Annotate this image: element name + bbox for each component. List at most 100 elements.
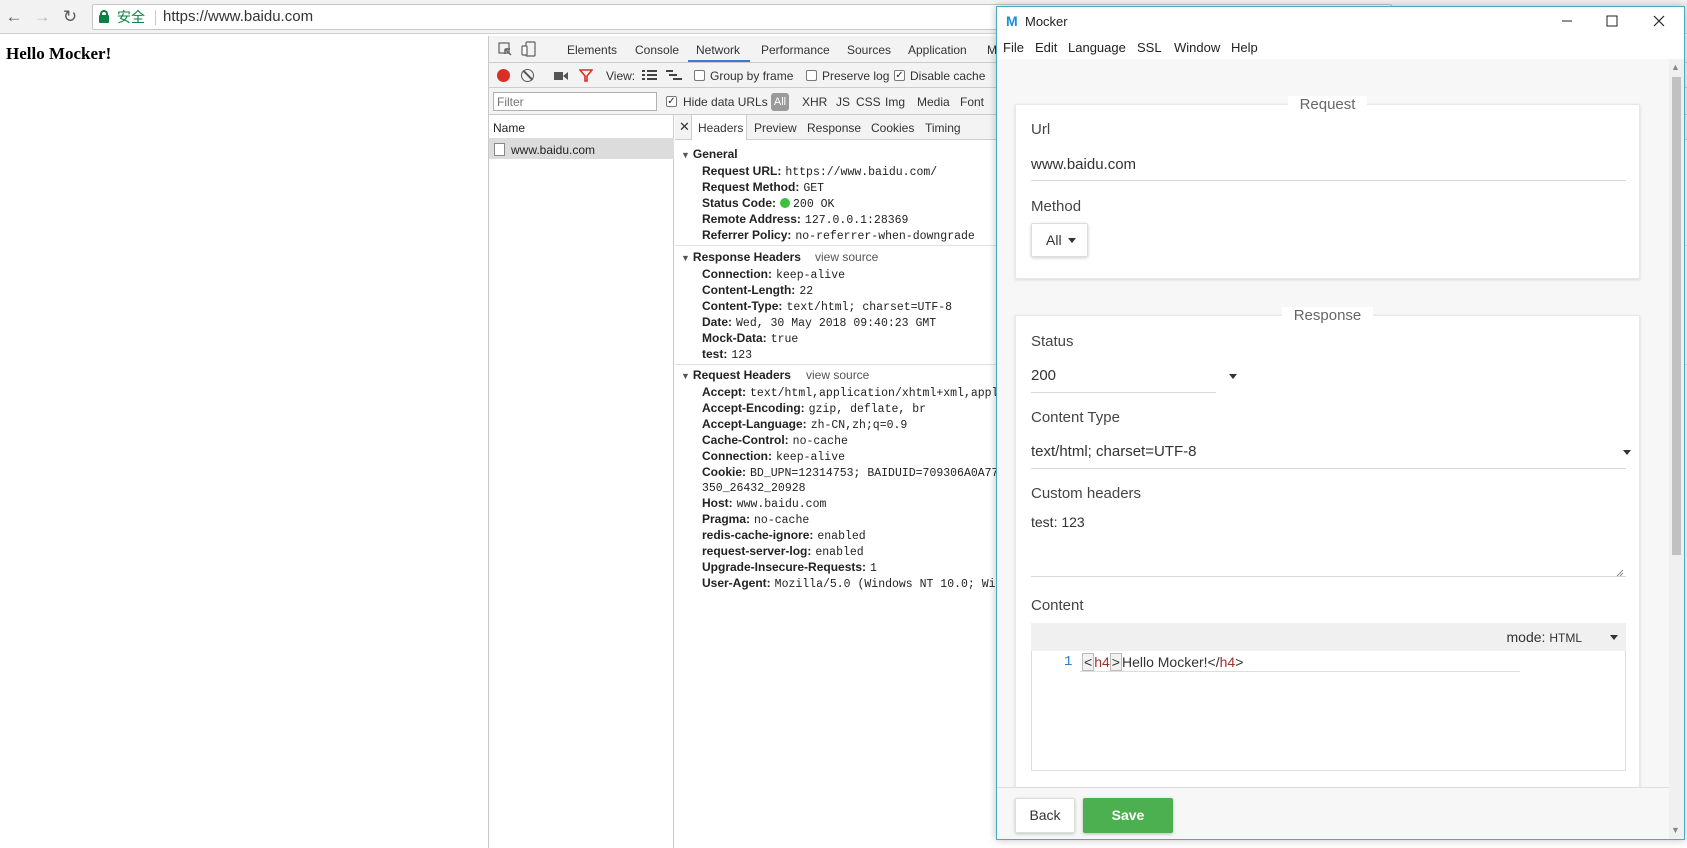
large-rows-icon[interactable] xyxy=(642,70,657,81)
chevron-down-icon xyxy=(1229,374,1237,379)
filter-font[interactable]: Font xyxy=(960,95,984,109)
header-row: Upgrade-Insecure-Requests: 1 xyxy=(702,560,877,575)
header-row: Mock-Data: true xyxy=(702,331,799,346)
scroll-up-icon[interactable]: ▲ xyxy=(1671,62,1680,72)
group-by-frame-label: Group by frame xyxy=(710,69,794,83)
header-row: Content-Type: text/html; charset=UTF-8 xyxy=(702,299,953,314)
disable-cache-label: Disable cache xyxy=(910,69,986,83)
menu-edit[interactable]: Edit xyxy=(1035,40,1057,55)
filter-input[interactable] xyxy=(493,92,657,111)
inspect-element-icon[interactable] xyxy=(497,41,513,57)
url-label: Url xyxy=(1031,121,1051,138)
filter-js[interactable]: JS xyxy=(836,95,850,109)
back-button[interactable]: Back xyxy=(1015,798,1075,833)
record-icon[interactable] xyxy=(497,69,510,82)
minimize-icon[interactable] xyxy=(1557,11,1577,31)
hide-data-urls-checkbox[interactable]: ✓ xyxy=(666,96,677,107)
mocker-titlebar[interactable]: M Mocker xyxy=(997,7,1684,37)
method-select[interactable]: All xyxy=(1031,223,1088,257)
save-button[interactable]: Save xyxy=(1083,798,1173,833)
mocker-form: Request Url www.baidu.com Method All Res… xyxy=(997,59,1669,787)
request-row[interactable]: www.baidu.com xyxy=(489,139,674,159)
clear-icon[interactable] xyxy=(521,69,534,82)
header-row: Remote Address: 127.0.0.1:28369 xyxy=(702,212,909,227)
request-headers-section-header[interactable]: ▼ Request Headers xyxy=(681,368,791,382)
tab-elements[interactable]: Elements xyxy=(567,43,617,57)
header-row: Request Method: GET xyxy=(702,180,825,195)
maximize-icon[interactable] xyxy=(1602,11,1622,31)
tab-preview[interactable]: Preview xyxy=(754,121,797,135)
custom-headers-textarea[interactable]: test: 123 xyxy=(1031,514,1085,530)
header-row: Content-Length: 22 xyxy=(702,283,814,298)
preserve-log-checkbox[interactable] xyxy=(806,70,817,81)
tab-application[interactable]: Application xyxy=(908,43,967,57)
header-row: Accept: text/html,application/xhtml+xml,a… xyxy=(702,385,1013,400)
tab-network[interactable]: Network xyxy=(696,43,740,57)
url-input[interactable]: www.baidu.com xyxy=(1031,156,1136,173)
content-type-select[interactable]: text/html; charset=UTF-8 xyxy=(1031,443,1196,460)
header-row: test: 123 xyxy=(702,347,753,362)
preserve-log-label: Preserve log xyxy=(822,69,890,83)
scrollbar[interactable]: ▲ ▼ xyxy=(1669,59,1684,839)
tab-performance[interactable]: Performance xyxy=(761,43,830,57)
request-view-source-link[interactable]: view source xyxy=(806,368,869,382)
filter-media[interactable]: Media xyxy=(917,95,950,109)
url-text[interactable]: https://www.baidu.com xyxy=(163,5,313,29)
close-icon[interactable]: ✕ xyxy=(679,119,690,135)
header-row: Referrer Policy: no-referrer-when-downgra… xyxy=(702,228,975,243)
tab-sources[interactable]: Sources xyxy=(847,43,891,57)
tab-timing[interactable]: Timing xyxy=(925,121,961,135)
menu-file[interactable]: File xyxy=(1003,40,1024,55)
header-row: Cache-Control: no-cache xyxy=(702,433,848,448)
general-section-header[interactable]: ▼ General xyxy=(681,147,738,161)
mode-select[interactable]: mode: HTML xyxy=(1507,629,1582,645)
scrollbar-thumb[interactable] xyxy=(1672,77,1681,555)
tab-console[interactable]: Console xyxy=(635,43,679,57)
menu-window[interactable]: Window xyxy=(1174,40,1220,55)
resize-handle-icon[interactable] xyxy=(1616,566,1624,577)
filter-all-button[interactable]: All xyxy=(771,93,789,111)
tab-cookies[interactable]: Cookies xyxy=(871,121,914,135)
form-footer: Back Save xyxy=(997,787,1669,839)
back-arrow-icon[interactable]: ← xyxy=(4,7,24,27)
filter-img[interactable]: Img xyxy=(885,95,905,109)
status-select[interactable]: 200 xyxy=(1031,367,1056,384)
tab-headers[interactable]: Headers xyxy=(698,121,743,135)
header-row: Cookie: BD_UPN=12314753; BAIDUID=709306A0… xyxy=(702,465,1006,480)
chevron-down-icon xyxy=(1067,238,1076,243)
name-column-header[interactable]: Name xyxy=(489,115,674,139)
disable-cache-checkbox[interactable]: ✓ xyxy=(894,70,905,81)
device-toggle-icon[interactable] xyxy=(521,41,537,57)
group-by-frame-checkbox[interactable] xyxy=(694,70,705,81)
forward-arrow-icon[interactable]: → xyxy=(32,7,52,27)
filter-funnel-icon[interactable] xyxy=(578,69,594,82)
response-headers-section-header[interactable]: ▼ Response Headers xyxy=(681,250,801,264)
request-name: www.baidu.com xyxy=(511,143,596,157)
request-legend: Request xyxy=(1016,96,1639,113)
menu-language[interactable]: Language xyxy=(1068,40,1126,55)
active-tab-indicator xyxy=(688,60,750,62)
code-editor[interactable]: 1 < h4 > Hello Mocker!</h4> xyxy=(1031,651,1626,771)
method-label: Method xyxy=(1031,198,1082,215)
tab-response[interactable]: Response xyxy=(807,121,861,135)
video-camera-icon[interactable] xyxy=(554,70,568,80)
waterfall-icon[interactable] xyxy=(666,70,682,81)
line-number: 1 xyxy=(1064,654,1073,670)
url-divider xyxy=(155,10,156,25)
status-label: Status xyxy=(1031,333,1074,350)
response-view-source-link[interactable]: view source xyxy=(815,250,878,264)
menu-help[interactable]: Help xyxy=(1231,40,1258,55)
custom-headers-underline xyxy=(1031,576,1626,577)
filter-xhr[interactable]: XHR xyxy=(802,95,827,109)
scroll-down-icon[interactable]: ▼ xyxy=(1671,825,1680,835)
menu-ssl[interactable]: SSL xyxy=(1137,40,1162,55)
custom-headers-label: Custom headers xyxy=(1031,485,1142,502)
request-card: Request Url www.baidu.com Method All xyxy=(1015,96,1640,279)
header-row: Connection: keep-alive xyxy=(702,267,846,282)
reload-icon[interactable]: ↻ xyxy=(60,7,80,27)
close-icon[interactable] xyxy=(1649,11,1669,31)
code-line[interactable]: < h4 > Hello Mocker!</h4> xyxy=(1082,653,1243,671)
filter-css[interactable]: CSS xyxy=(856,95,881,109)
header-row: Date: Wed, 30 May 2018 09:40:23 GMT xyxy=(702,315,937,330)
header-row: Connection: keep-alive xyxy=(702,449,846,464)
